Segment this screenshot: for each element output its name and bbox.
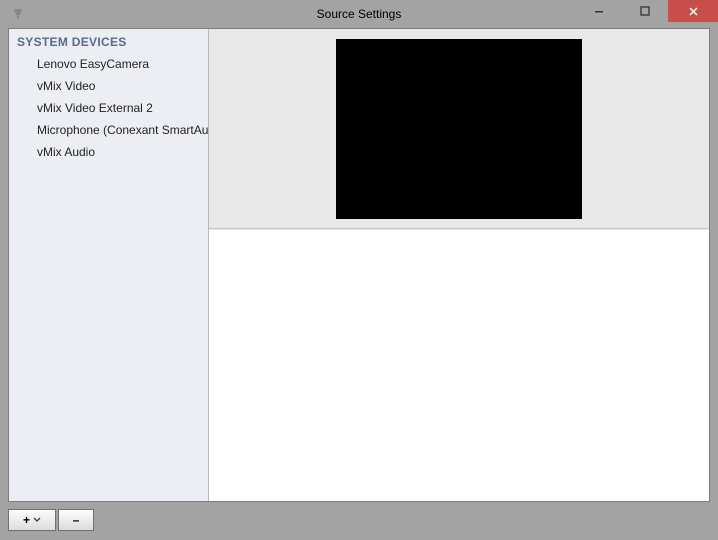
remove-source-button[interactable]: – <box>58 509 94 531</box>
sidebar-item[interactable]: Lenovo EasyCamera <box>9 53 208 75</box>
detail-pane <box>209 229 709 501</box>
sidebar-item-label: vMix Video External 2 <box>37 101 153 115</box>
sidebar-item[interactable]: vMix Video External 2 <box>9 97 208 119</box>
sidebar-item-label: vMix Audio <box>37 145 95 159</box>
app-icon <box>10 6 26 22</box>
sidebar-item-label: vMix Video <box>37 79 95 93</box>
close-button[interactable] <box>668 0 718 22</box>
minus-icon: – <box>73 513 80 527</box>
bottom-toolbar: + – <box>8 502 710 532</box>
sidebar: SYSTEM DEVICES Lenovo EasyCamera vMix Vi… <box>9 29 209 501</box>
sidebar-item-label: Microphone (Conexant SmartAudi <box>37 123 208 137</box>
chevron-down-icon <box>33 516 41 524</box>
plus-icon: + <box>23 513 30 527</box>
add-source-button[interactable]: + <box>8 509 56 531</box>
minimize-button[interactable] <box>576 0 622 22</box>
sidebar-header: SYSTEM DEVICES <box>9 29 208 53</box>
sidebar-item[interactable]: vMix Audio <box>9 141 208 163</box>
client-area: SYSTEM DEVICES Lenovo EasyCamera vMix Vi… <box>8 28 710 532</box>
video-preview <box>336 39 582 219</box>
right-pane <box>209 29 709 501</box>
sidebar-items: Lenovo EasyCamera vMix Video vMix Video … <box>9 53 208 163</box>
content: SYSTEM DEVICES Lenovo EasyCamera vMix Vi… <box>8 28 710 502</box>
preview-pane <box>209 29 709 229</box>
sidebar-item[interactable]: vMix Video <box>9 75 208 97</box>
titlebar: Source Settings <box>0 0 718 28</box>
sidebar-item-label: Lenovo EasyCamera <box>37 57 149 71</box>
maximize-button[interactable] <box>622 0 668 22</box>
sidebar-item[interactable]: Microphone (Conexant SmartAudi <box>9 119 208 141</box>
window-controls <box>576 0 718 22</box>
